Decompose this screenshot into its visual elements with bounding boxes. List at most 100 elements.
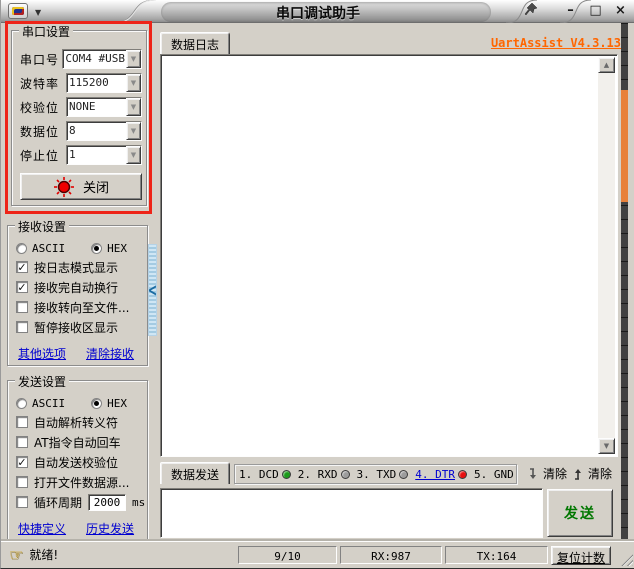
redirect-to-file-label: 接收转向至文件... (34, 300, 130, 315)
parity-row: 校验位 NONE ▼ (20, 97, 142, 117)
log-mode-checkbox[interactable]: 按日志模式显示 (16, 257, 143, 277)
pin-rxd-led (340, 469, 350, 479)
pin-dtr-led (458, 469, 467, 479)
stopbits-dropdown-icon[interactable]: ▼ (126, 146, 141, 164)
port-select[interactable]: COM4 #USB ▼ (62, 49, 142, 69)
checkbox-icon (16, 281, 28, 293)
auto-linefeed-checkbox[interactable]: 接收完自动换行 (16, 277, 143, 297)
tab-data-send[interactable]: 数据发送 (160, 462, 231, 484)
send-input-box (160, 488, 543, 538)
clear-send-button[interactable]: 清除 (567, 463, 615, 484)
data-log-textarea[interactable] (163, 57, 598, 454)
send-settings-title: 发送设置 (15, 373, 70, 390)
databits-label: 数据位 (20, 124, 60, 139)
checkbox-icon (16, 301, 28, 313)
clear-receive-button[interactable]: 清除 (522, 463, 570, 484)
radio-circle-icon (91, 243, 103, 254)
stopbits-row: 停止位 1 ▼ (20, 145, 142, 165)
minimize-button[interactable]: – (560, 3, 581, 20)
pin-always-on-top-icon[interactable] (520, 2, 542, 20)
send-button-label: 发送 (564, 506, 596, 522)
stopbits-select[interactable]: 1 ▼ (66, 145, 142, 165)
reset-count-button[interactable]: 复位计数 (551, 546, 611, 565)
serial-pin-status-panel: 1. DCD 2. RXD 3. TXD 4. DTR 5. GND 6. (234, 464, 517, 484)
stopbits-value: 1 (69, 148, 76, 161)
history-send-link[interactable]: 历史发送 (86, 520, 134, 537)
baud-row: 波特率 115200 ▼ (20, 73, 142, 93)
log-scrollbar[interactable]: ▲ ▼ (598, 57, 615, 454)
tab-data-log[interactable]: 数据日志 (160, 32, 231, 54)
send-button[interactable]: 发送 (547, 489, 613, 537)
receive-settings-group: 接收设置 ASCII HEX 按日志模式显示 接收完自动换行 (7, 218, 148, 366)
log-mode-label: 按日志模式显示 (34, 260, 119, 275)
checkbox-icon (16, 476, 28, 488)
tab-data-log-label: 数据日志 (171, 38, 220, 52)
databits-select[interactable]: 8 ▼ (66, 121, 142, 141)
baud-dropdown-icon[interactable]: ▼ (126, 74, 141, 92)
pin-dcd-label: 1. DCD (239, 467, 279, 481)
receive-ascii-label: ASCII (32, 242, 66, 255)
cycle-period-checkbox[interactable]: 循环周期 ms (16, 492, 145, 512)
port-label: 串口号 (20, 52, 60, 67)
databits-dropdown-icon[interactable]: ▼ (126, 122, 141, 140)
pin-gnd-label: 5. GND (474, 467, 514, 481)
radio-circle-icon (16, 398, 27, 409)
scroll-down-icon[interactable]: ▼ (598, 438, 615, 454)
parity-select[interactable]: NONE ▼ (66, 97, 142, 117)
status-rx-count: RX:987 (340, 546, 442, 564)
send-hex-radio[interactable]: HEX (91, 397, 127, 410)
file-data-source-label: 打开文件数据源... (34, 475, 130, 490)
data-log-area: ▲ ▼ (160, 54, 618, 457)
pin-dtr: 4. DTR (415, 468, 467, 481)
parity-value: NONE (69, 100, 96, 113)
clear-receive-link[interactable]: 清除接收 (86, 345, 134, 362)
send-hex-label: HEX (107, 397, 127, 410)
more-options-link[interactable]: 其他选项 (18, 345, 66, 362)
at-auto-cr-checkbox[interactable]: AT指令自动回车 (16, 432, 143, 452)
file-data-source-checkbox[interactable]: 打开文件数据源... (16, 472, 143, 492)
collapse-left-icon[interactable]: < (148, 280, 157, 301)
pin-dtr-link[interactable]: 4. DTR (415, 468, 455, 481)
send-settings-group: 发送设置 ASCII HEX 自动解析转义符 AT指令自动回车 ✓ 自动发送校验… (7, 373, 148, 540)
port-dropdown-icon[interactable]: ▼ (126, 50, 141, 68)
title-bar: ▼ 串口调试助手 – □ × (1, 0, 634, 23)
resize-grip[interactable] (620, 553, 633, 566)
escape-parse-checkbox[interactable]: 自动解析转义符 (16, 412, 143, 432)
app-window: ▼ 串口调试助手 – □ × 串口设置 串口号 COM4 #USB ▼ 波特率 … (0, 0, 634, 569)
arrow-up-icon (575, 468, 581, 480)
pin-dcd: 1. DCD (239, 468, 291, 481)
status-text: 就绪! (29, 548, 59, 562)
send-ascii-radio[interactable]: ASCII (16, 397, 65, 410)
port-value: COM4 #USB (65, 52, 125, 65)
send-input-textarea[interactable] (163, 491, 540, 535)
auto-checksum-checkbox[interactable]: 自动发送校验位 (16, 452, 143, 472)
pin-rxd: 2. RXD (298, 468, 350, 481)
version-link[interactable]: UartAssist V4.3.13 (491, 36, 621, 50)
checkbox-icon (16, 321, 28, 333)
close-button[interactable]: × (610, 3, 631, 20)
redirect-to-file-checkbox[interactable]: 接收转向至文件... (16, 297, 143, 317)
serial-settings-group: 串口设置 串口号 COM4 #USB ▼ 波特率 115200 ▼ 校验位 NO… (11, 23, 147, 206)
maximize-button[interactable]: □ (585, 3, 606, 20)
clear-send-label: 清除 (588, 467, 613, 481)
parity-dropdown-icon[interactable]: ▼ (126, 98, 141, 116)
at-auto-cr-label: AT指令自动回车 (34, 435, 121, 450)
scroll-up-icon[interactable]: ▲ (598, 57, 615, 73)
cycle-period-label: 循环周期 (34, 495, 83, 510)
pin-txd: 3. TXD (357, 468, 409, 481)
pin-txd-led (399, 469, 409, 479)
checkbox-icon (16, 456, 28, 468)
receive-hex-radio[interactable]: HEX (91, 242, 127, 255)
cycle-period-input[interactable] (88, 493, 127, 511)
pin-dcd-led (281, 469, 291, 479)
close-port-button[interactable]: 关闭 (20, 173, 142, 200)
clear-receive-label: 清除 (543, 467, 568, 481)
receive-ascii-radio[interactable]: ASCII (16, 242, 65, 255)
checkbox-icon (16, 436, 28, 448)
tab-data-send-label: 数据发送 (171, 468, 220, 482)
baud-select[interactable]: 115200 ▼ (66, 73, 142, 93)
shortcut-define-link[interactable]: 快捷定义 (18, 520, 66, 537)
window-edge-orange-stripe (621, 90, 628, 202)
pause-display-checkbox[interactable]: 暂停接收区显示 (16, 317, 143, 337)
panel-splitter[interactable]: < (148, 244, 157, 336)
